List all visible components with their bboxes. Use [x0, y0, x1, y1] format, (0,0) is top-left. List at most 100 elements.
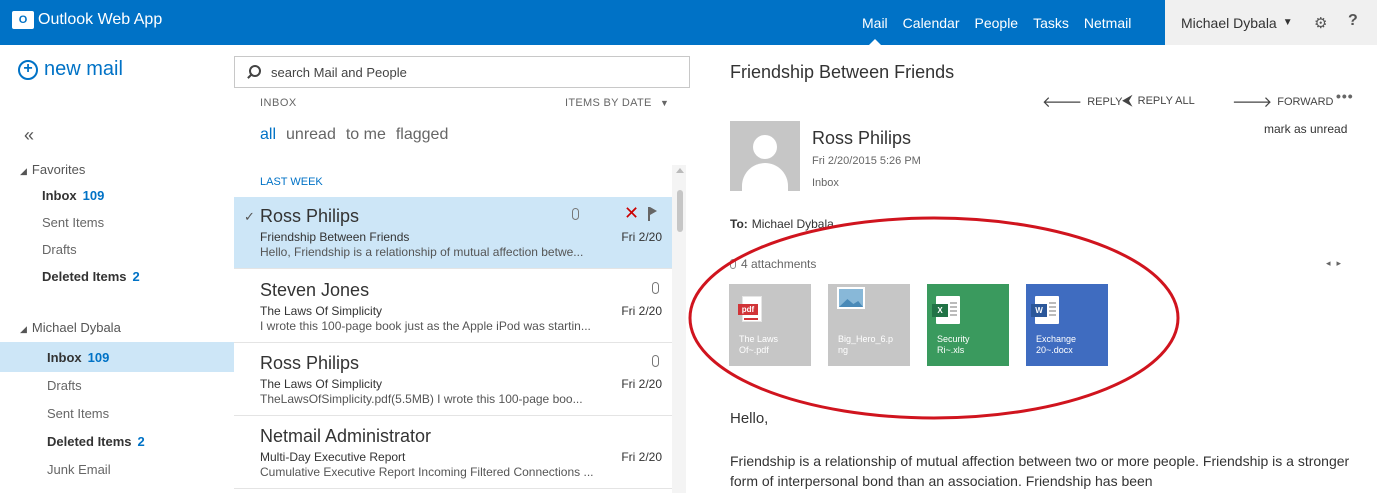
- annotation-ellipse: [688, 216, 1180, 420]
- user-menu[interactable]: Michael Dybala ▼: [1165, 0, 1377, 45]
- message-from: Ross Philips: [260, 353, 360, 373]
- favorite-drafts[interactable]: Drafts: [0, 236, 234, 263]
- message-date: Fri 2/20: [621, 377, 662, 391]
- message-preview: Cumulative Executive Report Incoming Fil…: [260, 465, 594, 479]
- mark-as-unread-link[interactable]: mark as unread: [1264, 122, 1347, 136]
- reply-all-label: REPLY ALL: [1137, 94, 1195, 107]
- scroll-up-icon[interactable]: [676, 168, 684, 173]
- more-actions-icon[interactable]: •••: [1336, 88, 1354, 104]
- gear-icon[interactable]: ⚙: [1314, 14, 1327, 32]
- forward-label: FORWARD: [1277, 95, 1334, 108]
- user-name: Michael Dybala: [1181, 14, 1277, 31]
- filter-flagged[interactable]: flagged: [396, 126, 449, 144]
- message-from: Steven Jones: [260, 280, 370, 300]
- filter-unread[interactable]: unread: [286, 126, 336, 144]
- sort-dropdown[interactable]: ITEMS BY DATE ▼: [565, 97, 669, 109]
- new-mail-label: new mail: [44, 58, 123, 80]
- new-mail-button[interactable]: + new mail: [18, 58, 123, 81]
- filter-bar: all unread to me flagged: [260, 126, 458, 144]
- folder-label: Deleted Items: [47, 434, 132, 449]
- folder-inbox[interactable]: Inbox 109: [0, 342, 234, 372]
- reading-subject: Friendship Between Friends: [730, 62, 955, 82]
- message-row[interactable]: ✓ Ross Philips ✕ Friendship Between Frie…: [234, 197, 672, 269]
- search-box[interactable]: [234, 56, 690, 88]
- folder-label: Inbox: [42, 188, 77, 203]
- paperclip-icon: [652, 282, 659, 294]
- message-date: Fri 2/20: [621, 304, 662, 318]
- message-list-scrollbar[interactable]: [676, 168, 684, 493]
- triangle-down-icon: ◢: [20, 324, 27, 334]
- body-greeting: Hello,: [730, 410, 769, 427]
- folder-label: Deleted Items: [42, 269, 127, 284]
- nav-tasks[interactable]: Tasks: [1033, 0, 1069, 45]
- person-icon: [753, 135, 777, 159]
- favorite-deleted-items[interactable]: Deleted Items 2: [0, 263, 234, 290]
- folder-deleted-items[interactable]: Deleted Items 2: [0, 428, 234, 455]
- favorite-inbox[interactable]: Inbox 109: [0, 182, 234, 209]
- sender-name[interactable]: Ross Philips: [812, 128, 911, 149]
- nav-people[interactable]: People: [975, 0, 1019, 45]
- sent-date: Fri 2/20/2015 5:26 PM: [812, 155, 921, 167]
- filter-to-me[interactable]: to me: [346, 126, 386, 144]
- search-input[interactable]: [271, 64, 651, 80]
- help-icon[interactable]: ?: [1348, 12, 1358, 30]
- message-subject: The Laws Of Simplicity: [260, 304, 383, 318]
- folder-junk-email[interactable]: Junk Email: [0, 456, 234, 483]
- message-preview: I wrote this 100-page book just as the A…: [260, 319, 591, 333]
- caret-down-icon: ▼: [1282, 17, 1293, 28]
- message-row[interactable]: Steven Jones The Laws Of Simplicity Fri …: [234, 271, 672, 343]
- account-group[interactable]: ◢ Michael Dybala: [20, 320, 121, 335]
- reply-button[interactable]: 🡐 REPLY: [1042, 92, 1123, 111]
- message-from: Netmail Administrator: [260, 426, 432, 446]
- search-icon: [247, 65, 261, 79]
- folder-sent-items[interactable]: Sent Items: [0, 400, 234, 427]
- person-body-shape: [742, 163, 788, 191]
- message-from: Ross Philips: [260, 206, 360, 226]
- collapse-pane-icon[interactable]: «: [24, 125, 34, 146]
- folder-label: Sent Items: [42, 215, 105, 230]
- favorite-sent-items[interactable]: Sent Items: [0, 209, 234, 236]
- nav-calendar[interactable]: Calendar: [903, 0, 960, 45]
- favorites-group[interactable]: ◢ Favorites: [20, 162, 85, 177]
- annotation-ellipse-shape: [688, 216, 1180, 420]
- unread-count: 109: [82, 188, 105, 203]
- message-body: Friendship is a relationship of mutual a…: [730, 453, 1350, 489]
- unread-count: 2: [132, 269, 140, 284]
- message-preview: Hello, Friendship is a relationship of m…: [260, 245, 584, 259]
- folder-label: Junk Email: [47, 462, 111, 477]
- checkmark-icon[interactable]: ✓: [244, 209, 255, 225]
- forward-arrow-icon: 🡒: [1232, 94, 1273, 111]
- forward-button[interactable]: 🡒 FORWARD: [1232, 92, 1333, 111]
- plus-circle-icon: +: [18, 59, 38, 80]
- message-row[interactable]: Ross Philips The Laws Of Simplicity Fri …: [234, 344, 672, 416]
- sender-avatar: [730, 121, 800, 191]
- app-brand[interactable]: O Outlook Web App: [12, 11, 162, 29]
- folder-heading: INBOX: [260, 97, 297, 109]
- reply-all-arrow-icon: ⮜: [1122, 92, 1133, 109]
- message-subject: Multi-Day Executive Report: [260, 450, 406, 464]
- nav-mail[interactable]: Mail: [862, 0, 888, 45]
- folder-label: Inbox: [47, 349, 82, 365]
- paperclip-icon: [652, 355, 659, 367]
- reply-all-button[interactable]: ⮜ REPLY ALL: [1122, 92, 1195, 109]
- caret-down-icon: ▼: [659, 98, 670, 108]
- flag-icon[interactable]: [648, 207, 658, 221]
- message-preview: TheLawsOfSimplicity.pdf(5.5MB) I wrote t…: [260, 392, 583, 406]
- sort-label: ITEMS BY DATE: [565, 97, 652, 109]
- delete-icon[interactable]: ✕: [624, 203, 639, 224]
- triangle-down-icon: ◢: [20, 166, 27, 176]
- paperclip-icon: [572, 208, 579, 220]
- unread-count: 109: [87, 349, 110, 365]
- message-row[interactable]: Netmail Administrator Multi-Day Executiv…: [234, 417, 672, 489]
- folder-drafts[interactable]: Drafts: [0, 372, 234, 399]
- nav-netmail[interactable]: Netmail: [1084, 0, 1131, 45]
- message-folder: Inbox: [812, 177, 839, 189]
- attachments-nav-arrows-icon[interactable]: ◂▸: [1326, 258, 1347, 269]
- reply-label: REPLY: [1087, 95, 1123, 108]
- message-subject: The Laws Of Simplicity: [260, 377, 383, 391]
- filter-all[interactable]: all: [260, 126, 276, 144]
- folder-label: Drafts: [42, 242, 77, 257]
- message-subject: Friendship Between Friends: [260, 230, 410, 244]
- scrollbar-thumb[interactable]: [677, 190, 683, 232]
- top-bar: O Outlook Web App Mail Calendar People T…: [0, 0, 1377, 45]
